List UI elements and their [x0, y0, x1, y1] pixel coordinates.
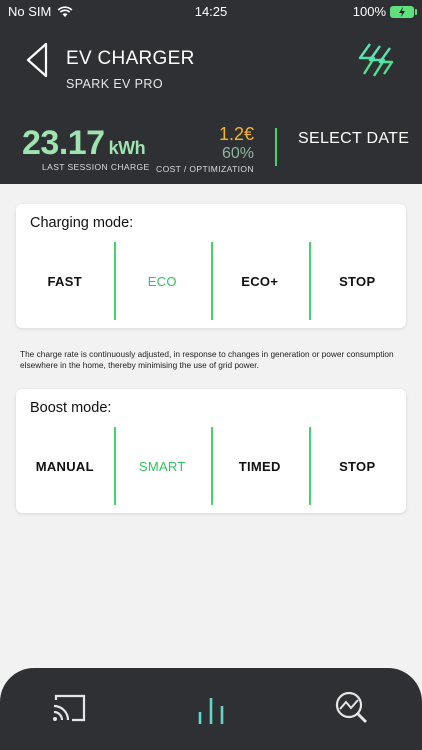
- analytics-search-icon[interactable]: [332, 690, 372, 726]
- mode-description: The charge rate is continuously adjusted…: [20, 349, 394, 370]
- bottom-nav: [0, 668, 422, 750]
- boost-mode-stop[interactable]: STOP: [308, 427, 407, 505]
- charging-mode-eco[interactable]: ECO: [113, 242, 212, 320]
- battery-charging-icon: [390, 5, 417, 18]
- optimization-value: 60%: [221, 145, 254, 162]
- lightning-logo-icon: [358, 43, 394, 77]
- charging-mode-eco-plus[interactable]: ECO+: [211, 242, 309, 320]
- page-title: EV CHARGER: [66, 48, 195, 69]
- battery-percent: 100%: [352, 4, 386, 19]
- back-arrow-icon[interactable]: [24, 40, 52, 80]
- page-subtitle: SPARK EV PRO: [66, 77, 163, 91]
- boost-mode-manual[interactable]: MANUAL: [16, 427, 114, 505]
- charge-unit: kWh: [108, 138, 146, 158]
- boost-mode-smart[interactable]: SMART: [113, 427, 212, 505]
- header: No SIM 14:25 100% EV CHARGER SPARK EV PR…: [0, 0, 422, 184]
- boost-mode-options: MANUAL SMART TIMED STOP: [16, 427, 406, 505]
- charge-label: LAST SESSION CHARGE: [42, 162, 150, 172]
- charge-value: 23.17: [22, 124, 105, 162]
- charging-mode-card: Charging mode: FAST ECO ECO+ STOP: [16, 204, 406, 328]
- boost-mode-card: Boost mode: MANUAL SMART TIMED STOP: [16, 389, 406, 513]
- cast-icon[interactable]: [50, 690, 90, 726]
- boost-mode-title: Boost mode:: [30, 400, 112, 416]
- cost-label: COST / OPTIMIZATION: [156, 164, 254, 174]
- header-divider: [275, 128, 277, 166]
- charging-mode-title: Charging mode:: [30, 215, 134, 231]
- charging-mode-options: FAST ECO ECO+ STOP: [16, 242, 406, 320]
- bar-chart-icon[interactable]: [191, 690, 231, 726]
- charging-mode-stop[interactable]: STOP: [308, 242, 407, 320]
- select-date-button[interactable]: SELECT DATE: [298, 130, 409, 148]
- boost-mode-timed[interactable]: TIMED: [211, 427, 309, 505]
- cost-value: 1.2€: [218, 124, 254, 144]
- last-session-charge: 23.17 kWh: [22, 124, 146, 163]
- status-bar: No SIM 14:25 100%: [0, 0, 422, 22]
- charging-mode-fast[interactable]: FAST: [16, 242, 114, 320]
